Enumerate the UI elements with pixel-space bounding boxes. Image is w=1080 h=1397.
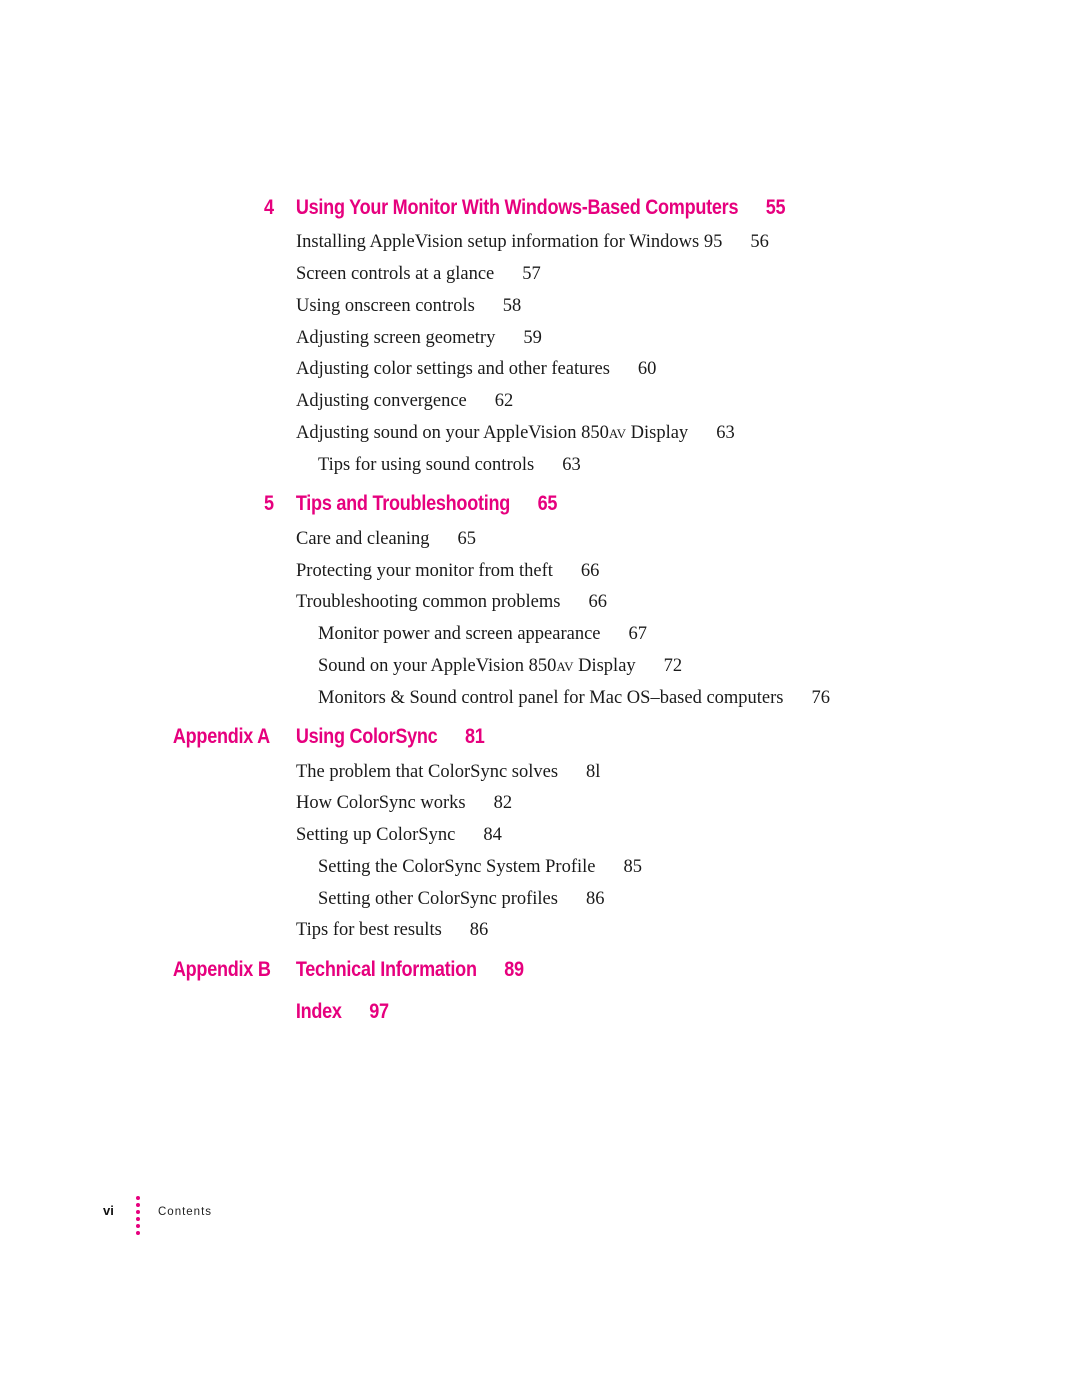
heading-page: 65 xyxy=(537,492,558,515)
toc-entry[interactable]: Protecting your monitor from theft 66 xyxy=(296,561,599,582)
heading-title: Using Your Monitor With Windows-Based Co… xyxy=(295,196,739,219)
toc-page: 4 Using Your Monitor With Windows-Based … xyxy=(0,0,1080,1397)
toc-entry[interactable]: Adjusting sound on your AppleVision 850A… xyxy=(296,423,735,444)
toc-entry[interactable]: Adjusting convergence 62 xyxy=(296,391,513,412)
heading-title: Index xyxy=(295,1000,342,1023)
toc-entry[interactable]: How ColorSync works 82 xyxy=(296,793,512,814)
toc-entry[interactable]: Troubleshooting common problems 66 xyxy=(296,592,607,613)
toc-entry[interactable]: Installing AppleVision setup information… xyxy=(296,232,769,253)
heading-number: 5 xyxy=(264,492,274,515)
toc-entry[interactable]: Using onscreen controls 58 xyxy=(296,296,521,317)
toc-entry[interactable]: The problem that ColorSync solves 8l xyxy=(296,762,600,783)
toc-entry[interactable]: Tips for best results 86 xyxy=(296,920,488,941)
toc-entry[interactable]: Screen controls at a glance 57 xyxy=(296,264,541,285)
heading-page: 97 xyxy=(369,1000,389,1023)
toc-entry[interactable]: Adjusting screen geometry 59 xyxy=(296,328,542,349)
page-folio: vi xyxy=(103,1203,114,1218)
heading-number: Appendix A xyxy=(172,725,270,748)
heading-title: Tips and Troubleshooting xyxy=(295,492,511,515)
footer-section-label: Contents xyxy=(158,1206,213,1218)
heading-page: 81 xyxy=(465,725,485,748)
heading-title: Technical Information xyxy=(295,958,477,981)
heading-page: 55 xyxy=(765,196,786,219)
heading-number: Appendix B xyxy=(172,958,271,981)
toc-subentry[interactable]: Monitor power and screen appearance 67 xyxy=(318,624,647,645)
heading-page: 89 xyxy=(504,958,524,981)
heading-title: Using ColorSync xyxy=(295,725,438,748)
toc-entry[interactable]: Care and cleaning 65 xyxy=(296,529,476,550)
heading-number: 4 xyxy=(264,196,274,219)
dotted-divider xyxy=(136,1196,142,1238)
toc-entry[interactable]: Adjusting color settings and other featu… xyxy=(296,359,656,380)
toc-subentry[interactable]: Tips for using sound controls 63 xyxy=(318,455,581,476)
toc-subentry[interactable]: Setting the ColorSync System Profile 85 xyxy=(318,857,642,878)
toc-entry[interactable]: Setting up ColorSync 84 xyxy=(296,825,502,846)
toc-subentry[interactable]: Monitors & Sound control panel for Mac O… xyxy=(318,688,830,709)
toc-subentry[interactable]: Setting other ColorSync profiles 86 xyxy=(318,889,604,910)
toc-subentry[interactable]: Sound on your AppleVision 850AV Display 7… xyxy=(318,656,682,677)
